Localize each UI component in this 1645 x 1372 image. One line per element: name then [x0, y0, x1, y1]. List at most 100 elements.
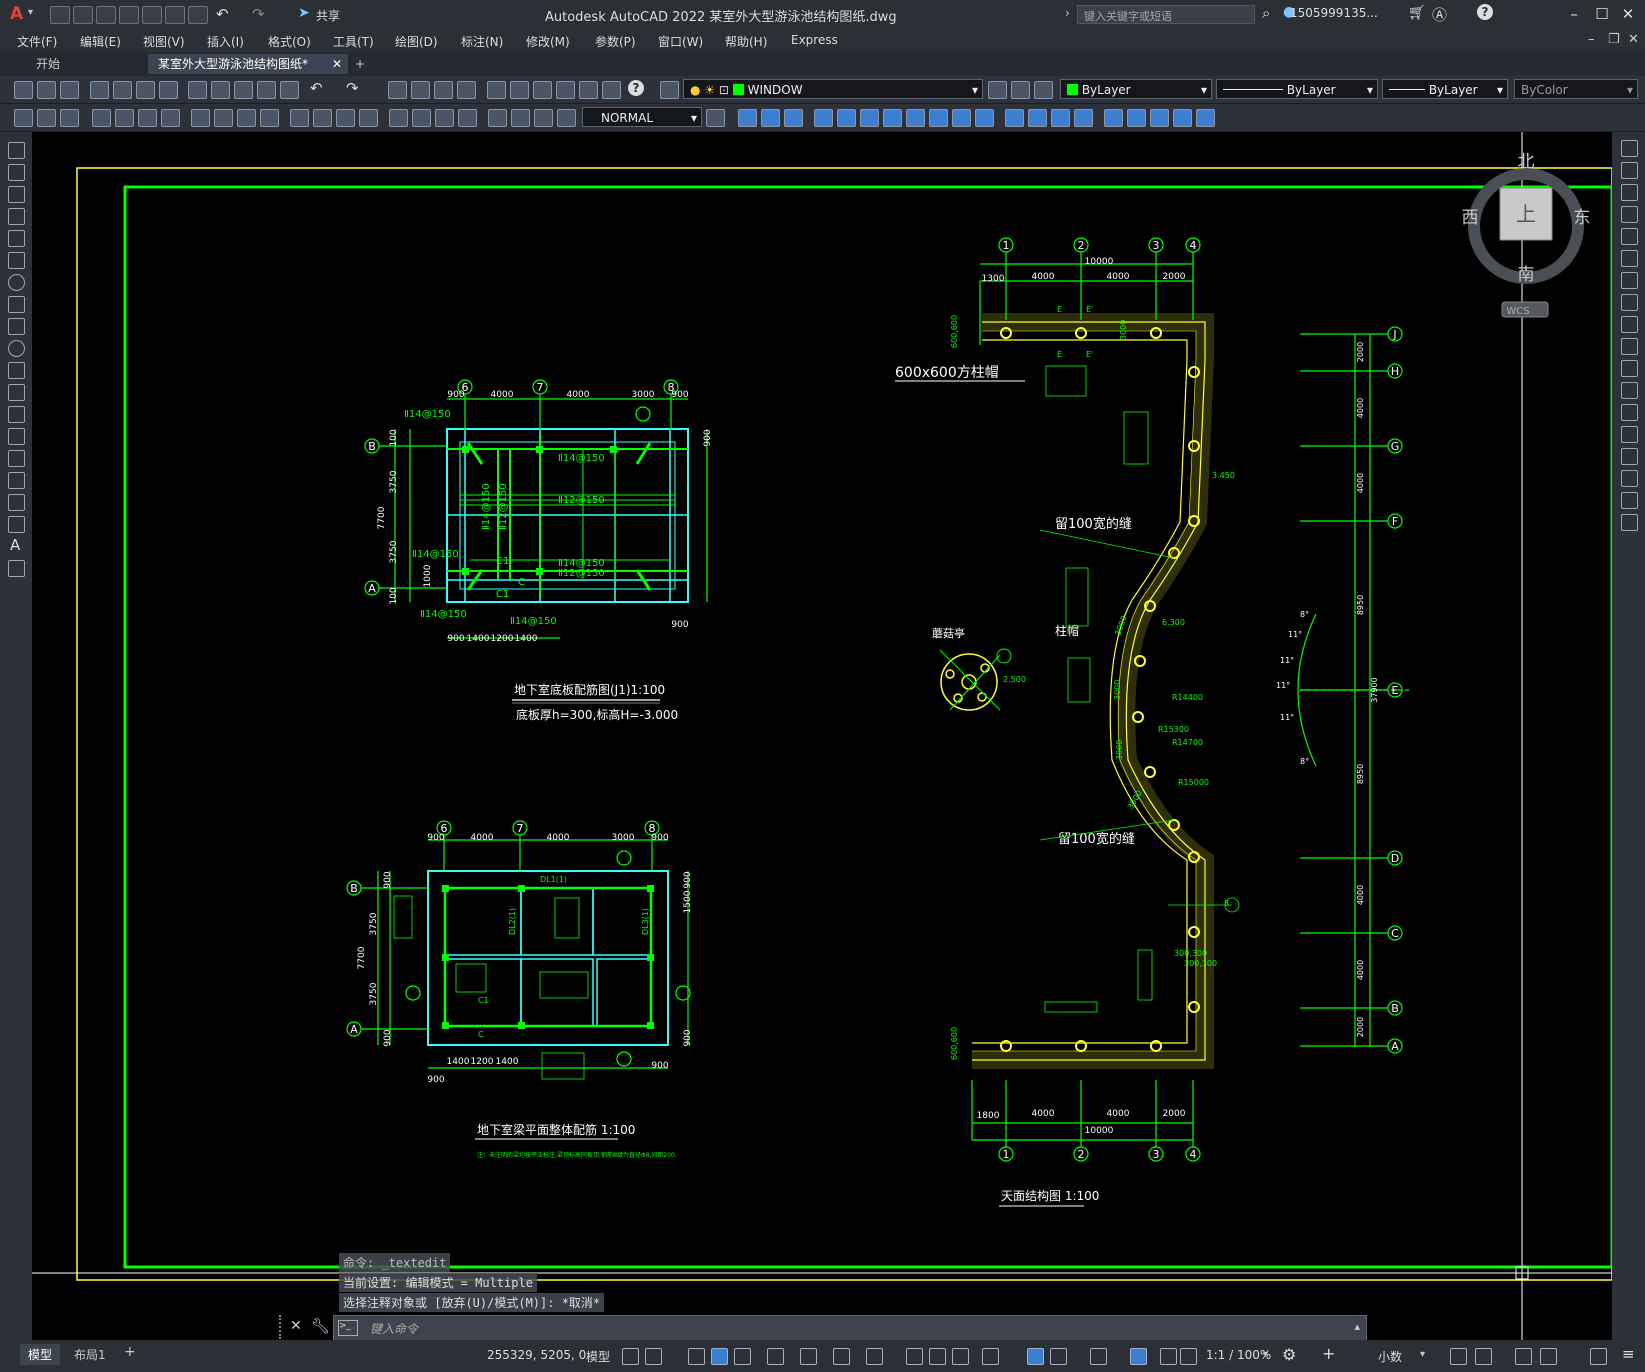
search-input[interactable]: 键入关键字或短语	[1077, 5, 1255, 24]
menu-file[interactable]: 文件(F)	[17, 33, 57, 50]
center-mark-icon[interactable]	[435, 109, 454, 127]
properties-icon[interactable]	[487, 81, 506, 99]
plotstyle-dropdown[interactable]: ByColor ▾	[1514, 79, 1638, 99]
help-icon[interactable]: ?	[1477, 4, 1493, 20]
annotation-scale[interactable]: 1:1 / 100%	[1206, 1348, 1271, 1362]
inspection-icon[interactable]	[458, 109, 477, 127]
menu-modify[interactable]: 修改(M)	[526, 33, 570, 50]
open-icon[interactable]	[37, 81, 56, 99]
multiline-text-icon[interactable]: A	[10, 536, 20, 554]
paste-icon[interactable]	[234, 81, 253, 99]
fillet-icon[interactable]	[1621, 470, 1638, 487]
move-icon[interactable]	[1621, 250, 1638, 267]
object-snap-icon[interactable]	[833, 1348, 850, 1365]
hardware-acceleration-icon[interactable]	[1540, 1348, 1557, 1365]
stretch-icon[interactable]	[1621, 316, 1638, 333]
lineweight-icon[interactable]	[906, 1348, 923, 1365]
tolerance-icon[interactable]	[412, 109, 431, 127]
doc-minimize-icon[interactable]: –	[1588, 32, 1595, 47]
hatch-icon[interactable]	[8, 450, 25, 467]
cut-icon[interactable]	[188, 81, 207, 99]
scale-icon[interactable]	[1621, 294, 1638, 311]
jogged-linear-icon[interactable]	[488, 109, 507, 127]
subtract-icon[interactable]	[761, 109, 780, 127]
rotate-faces-icon[interactable]	[906, 109, 925, 127]
menu-parametric[interactable]: 参数(P)	[595, 33, 636, 50]
customize-menu-icon[interactable]: ≡	[1622, 1345, 1635, 1363]
jogged-dim-icon[interactable]	[214, 109, 233, 127]
edit-icon[interactable]	[14, 109, 33, 127]
annotation-visibility-icon[interactable]	[1130, 1348, 1147, 1365]
join-icon[interactable]	[1621, 426, 1638, 443]
menu-edit[interactable]: 编辑(E)	[80, 33, 121, 50]
text-style-dropdown[interactable]: NORMAL ▾	[582, 107, 702, 127]
tab-close-icon[interactable]: ✕	[332, 54, 342, 74]
plus-icon[interactable]: +	[1322, 1344, 1335, 1363]
copy-icon[interactable]	[211, 81, 230, 99]
color-edges-icon[interactable]	[1196, 109, 1215, 127]
search-icon[interactable]: ⌕	[1262, 4, 1270, 22]
save-icon[interactable]	[60, 81, 79, 99]
table-icon[interactable]	[8, 516, 25, 533]
new-file-icon[interactable]	[50, 6, 70, 24]
rectangle-icon[interactable]	[8, 230, 25, 247]
layer-dropdown[interactable]: ● ☀ ⊡ WINDOW ▾	[683, 79, 983, 99]
sheet-set-icon[interactable]	[556, 81, 575, 99]
3d-print-icon[interactable]	[159, 81, 178, 99]
shell-icon[interactable]	[1074, 109, 1093, 127]
customize-icon[interactable]: 🔧︎	[311, 1317, 330, 1335]
find-icon[interactable]	[37, 109, 56, 127]
save-to-web-icon[interactable]	[165, 6, 185, 24]
extract-edges-icon[interactable]	[1127, 109, 1146, 127]
polygon-icon[interactable]	[8, 208, 25, 225]
explode-icon[interactable]	[1621, 514, 1638, 531]
lock-ui-icon[interactable]	[1475, 1348, 1492, 1365]
extend-icon[interactable]	[1621, 360, 1638, 377]
clean-icon[interactable]	[1028, 109, 1047, 127]
dim-edit-icon[interactable]	[511, 109, 530, 127]
union-icon[interactable]	[738, 109, 757, 127]
tab-start[interactable]: 开始	[26, 54, 70, 74]
polar-tracking-icon[interactable]	[734, 1348, 751, 1365]
menu-draw[interactable]: 绘图(D)	[395, 33, 438, 50]
menu-tools[interactable]: 工具(T)	[333, 33, 374, 50]
3d-osnap-icon[interactable]	[982, 1348, 999, 1365]
share-button[interactable]: 共享	[316, 7, 340, 24]
dim-update-icon[interactable]	[557, 109, 576, 127]
intersect-icon[interactable]	[784, 109, 803, 127]
break-icon[interactable]	[1621, 404, 1638, 421]
selection-filter-icon[interactable]	[1050, 1348, 1067, 1365]
separate-icon[interactable]	[1051, 109, 1070, 127]
ortho-icon[interactable]	[711, 1348, 728, 1365]
annotation-scale-icon[interactable]	[1180, 1348, 1197, 1365]
circle-icon[interactable]	[8, 274, 25, 291]
drawing-canvas[interactable]: Ⅱ14@150 Ⅱ14@150 Ⅱ12@150 Ⅱ14@150 Ⅱ12@150 …	[32, 132, 1612, 1350]
radius-dim-icon[interactable]	[191, 109, 210, 127]
line-icon[interactable]	[8, 142, 25, 159]
tab-layout1[interactable]: 布局1	[66, 1346, 114, 1363]
zoom-previous-icon[interactable]	[457, 81, 476, 99]
selection-cycling-icon[interactable]	[952, 1348, 969, 1365]
arc-icon[interactable]	[8, 252, 25, 269]
copy-faces-icon[interactable]	[952, 109, 971, 127]
save-as-icon[interactable]	[119, 6, 139, 24]
extrude-faces-icon[interactable]	[814, 109, 833, 127]
angular-dim-icon[interactable]	[260, 109, 279, 127]
insert-block-icon[interactable]	[8, 384, 25, 401]
menu-express[interactable]: Express	[791, 33, 838, 47]
layer-match-icon[interactable]	[1011, 81, 1030, 99]
object-snap-tracking-icon[interactable]	[800, 1348, 817, 1365]
autodesk-a360-icon[interactable]: Ⓐ	[1432, 4, 1447, 25]
help-icon[interactable]: ?	[628, 80, 644, 96]
pan-icon[interactable]	[388, 81, 407, 99]
dim-text-edit-icon[interactable]	[534, 109, 553, 127]
diameter-dim-icon[interactable]	[237, 109, 256, 127]
print-icon[interactable]	[188, 6, 208, 24]
coordinates[interactable]: 255329, 5205, 0	[487, 1348, 586, 1362]
undo-icon[interactable]: ↶	[216, 5, 229, 23]
command-grip[interactable]	[279, 1315, 287, 1339]
blend-curves-icon[interactable]	[1621, 492, 1638, 509]
linetype-dropdown[interactable]: ByLayer ▾	[1216, 79, 1378, 99]
point-icon[interactable]	[8, 428, 25, 445]
layer-make-current-icon[interactable]	[988, 81, 1007, 99]
